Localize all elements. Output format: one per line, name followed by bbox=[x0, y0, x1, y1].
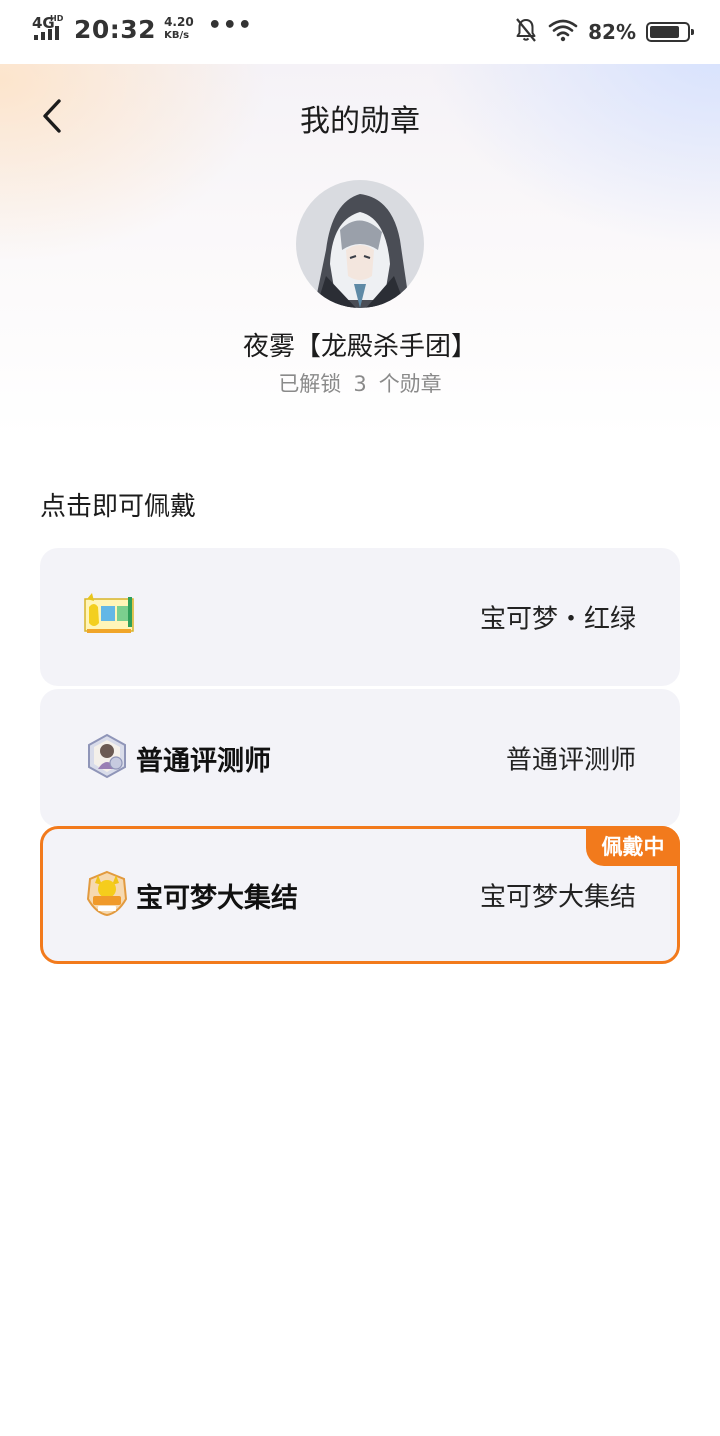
reviewer-badge-icon bbox=[84, 733, 130, 783]
section-title: 点击即可佩戴 bbox=[40, 492, 197, 522]
medal-card-pokemon-unite[interactable]: 佩戴中 宝可梦大集结 宝可梦大集结 bbox=[40, 826, 680, 964]
medal-name: 宝可梦大集结 bbox=[479, 882, 636, 913]
status-time: 20:32 bbox=[74, 14, 157, 44]
nav-bar: 我的勋章 bbox=[0, 64, 720, 168]
pokemon-unite-badge-icon bbox=[84, 869, 130, 921]
battery-percentage: 82% bbox=[588, 20, 636, 44]
badge-label: 普通评测师 bbox=[136, 745, 271, 777]
wearing-badge: 佩戴中 bbox=[586, 826, 680, 866]
unlock-count-text: 已解锁 3 个勋章 bbox=[278, 372, 442, 396]
user-name: 夜雾【龙殿杀手团】 bbox=[242, 332, 477, 362]
network-speed: 4.20 KB/s bbox=[164, 15, 194, 42]
avatar bbox=[296, 180, 424, 308]
page-title: 我的勋章 bbox=[300, 104, 420, 139]
more-notifications-icon: ••• bbox=[207, 12, 253, 38]
network-hd-label: HD bbox=[50, 14, 64, 23]
medal-card-pokemon-red-green[interactable]: 宝可梦・红绿 bbox=[40, 548, 680, 686]
medal-card-reviewer[interactable]: 普通评测师 普通评测师 bbox=[40, 689, 680, 827]
battery-icon bbox=[646, 22, 694, 42]
wifi-icon bbox=[548, 18, 578, 46]
pokemon-red-green-badge-icon bbox=[84, 593, 136, 641]
signal-icon: 4G HD bbox=[32, 12, 68, 46]
badge-label: 宝可梦大集结 bbox=[136, 882, 298, 914]
medal-name: 宝可梦・红绿 bbox=[479, 604, 636, 635]
medal-name: 普通评测师 bbox=[505, 745, 636, 776]
bell-off-icon bbox=[514, 17, 538, 47]
status-bar: 4G HD 20:32 4.20 KB/s ••• 82% bbox=[0, 0, 720, 64]
